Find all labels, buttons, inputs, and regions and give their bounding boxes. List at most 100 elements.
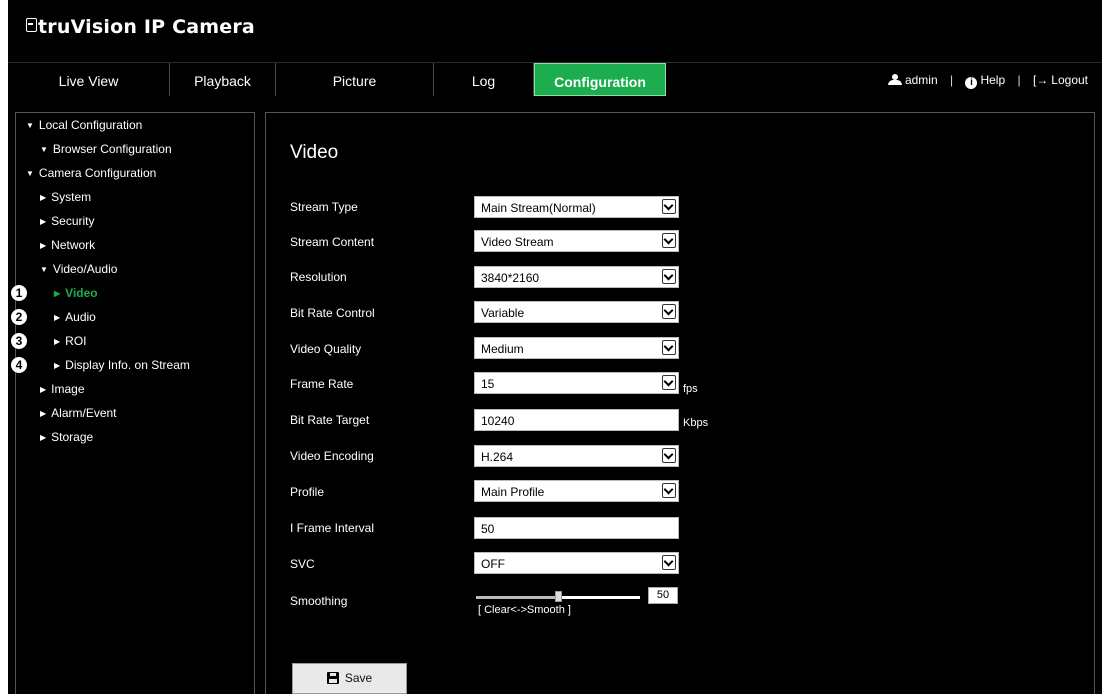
triangle-right-icon: ▶ [54,337,61,346]
sidebar-item-label: Image [51,382,85,396]
frame-rate-unit: fps [683,383,698,395]
sidebar-item-label: Security [51,214,95,228]
triangle-right-icon: ▶ [54,313,61,322]
sidebar-item-roi[interactable]: ▶ ROI [54,334,87,348]
select-value: OFF [481,557,505,571]
video-quality-select[interactable]: Medium [474,337,679,359]
chevron-down-icon[interactable] [662,555,676,570]
sidebar-item-video[interactable]: ▶ Video [54,286,98,300]
user-name: admin [904,73,938,87]
triangle-down-icon: ▼ [26,121,34,130]
resolution-select[interactable]: 3840*2160 [474,266,679,288]
sidebar-item-display-info[interactable]: ▶ Display Info. on Stream [54,358,190,372]
user-area: admin | i Help | [→ Logout [887,73,1088,89]
tab-configuration[interactable]: Configuration [534,63,666,96]
svc-select[interactable]: OFF [474,552,679,574]
sidebar-item-browser-configuration[interactable]: ▼ Browser Configuration [40,142,172,156]
logout-icon: [→ [1032,73,1049,87]
callout-2: 2 [11,309,27,325]
brand-name: Vision IP Camera [70,16,255,38]
smoothing-value[interactable]: 50 [648,587,678,604]
stream-type-select[interactable]: Main Stream(Normal) [474,196,679,218]
stream-content-select[interactable]: Video Stream [474,230,679,252]
chevron-down-icon[interactable] [662,304,676,319]
header-bar: truVision IP Camera [8,0,1102,62]
sidebar-item-system[interactable]: ▶ System [40,190,91,204]
sidebar-item-label: Storage [51,430,94,444]
user-link[interactable]: admin [887,73,938,87]
chevron-down-icon[interactable] [662,269,676,284]
triangle-right-icon: ▶ [40,193,47,202]
callout-4: 4 [11,357,27,373]
chevron-down-icon[interactable] [662,199,676,214]
sidebar-item-local-configuration[interactable]: ▼ Local Configuration [26,118,142,132]
sidebar-item-video-audio[interactable]: ▼ Video/Audio [40,262,117,276]
stream-content-label: Stream Content [290,235,375,249]
sidebar-item-security[interactable]: ▶ Security [40,214,95,228]
chevron-down-icon[interactable] [662,448,676,463]
video-encoding-label: Video Encoding [290,449,374,463]
save-button[interactable]: Save [292,663,407,694]
sidebar-item-storage[interactable]: ▶ Storage [40,430,93,444]
bit-rate-control-label: Bit Rate Control [290,306,375,320]
triangle-right-icon: ▶ [54,289,61,298]
i-frame-interval-label: I Frame Interval [290,521,375,535]
triangle-right-icon: ▶ [40,241,47,250]
chevron-down-icon[interactable] [662,233,676,248]
video-encoding-select[interactable]: H.264 [474,445,679,467]
page-title: Video [290,142,339,163]
tab-playback[interactable]: Playback [170,63,276,96]
sidebar-item-network[interactable]: ▶ Network [40,238,95,252]
select-value: Main Stream(Normal) [481,201,596,215]
i-frame-interval-input[interactable]: 50 [474,517,679,539]
bit-rate-target-input[interactable]: 10240 [474,409,679,431]
select-value: H.264 [481,450,514,464]
sidebar-item-label: Browser Configuration [52,142,172,156]
chevron-down-icon[interactable] [662,340,676,355]
profile-label: Profile [290,485,325,499]
resolution-label: Resolution [290,270,347,284]
select-value: Main Profile [481,485,545,499]
smoothing-hint: [ Clear<->Smooth ] [478,604,571,616]
bit-rate-control-select[interactable]: Variable [474,301,679,323]
sidebar-item-label: ROI [65,334,87,348]
input-value: 50 [481,522,495,536]
profile-select[interactable]: Main Profile [474,480,679,502]
sidebar-item-label: Alarm/Event [51,406,117,420]
sidebar-item-alarm-event[interactable]: ▶ Alarm/Event [40,406,117,420]
sidebar-item-audio[interactable]: ▶ Audio [54,310,96,324]
chevron-down-icon[interactable] [662,375,676,390]
chevron-down-icon[interactable] [662,483,676,498]
sidebar-item-label: Network [51,238,96,252]
tab-live-view[interactable]: Live View [8,63,170,96]
triangle-down-icon: ▼ [40,145,48,154]
triangle-down-icon: ▼ [40,265,48,274]
triangle-right-icon: ▶ [40,217,47,226]
main-nav: Live View Playback Picture Log Configura… [8,62,1102,97]
separator: | [949,73,954,87]
config-panel [265,112,1095,694]
sidebar-item-label: Local Configuration [38,118,143,132]
tab-log[interactable]: Log [434,63,534,96]
logout-link[interactable]: [→ Logout [1033,73,1088,87]
smoothing-slider-thumb[interactable] [555,591,562,602]
sidebar-item-label: Video [65,286,98,300]
bit-rate-target-unit: Kbps [683,417,709,429]
logout-label: Logout [1051,73,1088,87]
save-label: Save [344,671,373,685]
help-icon: i [965,77,978,89]
sidebar-item-image[interactable]: ▶ Image [40,382,85,396]
tab-picture[interactable]: Picture [276,63,434,96]
callout-3: 3 [11,333,27,349]
frame-rate-select[interactable]: 15 [474,372,679,394]
select-value: 3840*2160 [481,271,540,285]
user-icon [887,74,902,85]
brand-prefix: tru [38,16,71,38]
help-link[interactable]: i Help [965,73,1006,89]
triangle-right-icon: ▶ [40,409,47,418]
bit-rate-target-label: Bit Rate Target [290,413,370,427]
triangle-right-icon: ▶ [40,385,47,394]
sidebar-item-camera-configuration[interactable]: ▼ Camera Configuration [26,166,156,180]
sidebar-item-label: Audio [65,310,96,324]
help-label: Help [980,73,1006,87]
